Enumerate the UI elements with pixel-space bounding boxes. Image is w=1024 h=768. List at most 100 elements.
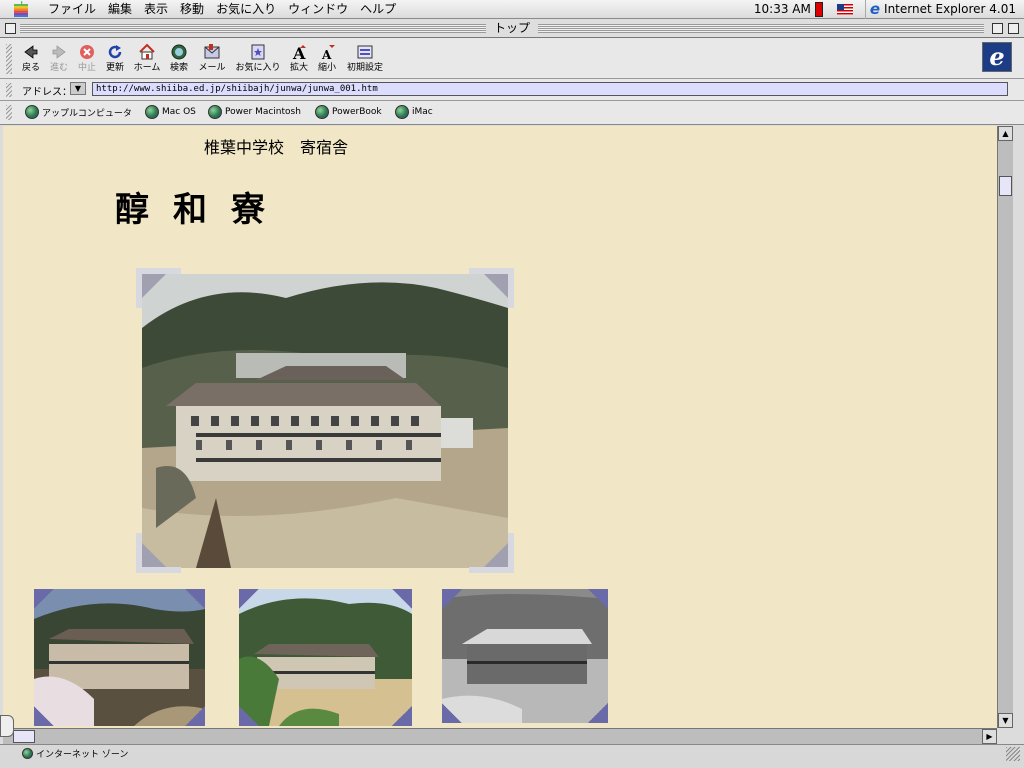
security-zone-label: インターネット ゾーン — [36, 750, 129, 760]
apple-menu-icon[interactable] — [10, 0, 32, 19]
globe-icon — [395, 105, 409, 119]
security-zone: インターネット ゾーン — [22, 747, 128, 760]
photo-corner-icon — [34, 589, 54, 609]
application-name: Internet Explorer 4.01 — [884, 2, 1016, 16]
photo-corner-icon — [185, 589, 205, 609]
photo-corner-icon — [469, 533, 514, 573]
ie-logo-icon: e — [989, 42, 1005, 71]
svg-text:A: A — [321, 48, 332, 61]
menu-file[interactable]: ファイル — [42, 0, 102, 19]
favorite-link-macos[interactable]: Mac OS — [145, 105, 196, 119]
menubar-clock[interactable]: 10:33 AM — [748, 2, 815, 16]
larger-text-icon: A — [292, 44, 306, 61]
address-bar: アドレス： ▼ http://www.shiiba.ed.jp/shiibajh… — [0, 79, 1024, 101]
photo-corner-icon — [185, 706, 205, 726]
photo-corner-icon — [588, 589, 608, 609]
photo-corner-icon — [469, 268, 514, 308]
globe-icon — [25, 105, 39, 119]
thumbnail-photo-spring[interactable] — [34, 589, 205, 726]
explorer-bar-tab[interactable] — [0, 715, 14, 737]
application-menu[interactable]: e Internet Explorer 4.01 — [864, 0, 1024, 19]
globe-icon — [22, 748, 33, 759]
stop-button[interactable]: 中止 — [75, 43, 99, 73]
favorites-bar: アップルコンピュータ Mac OS Power Macintosh PowerB… — [0, 101, 1024, 125]
forward-arrow-icon — [52, 45, 66, 59]
favorite-link-apple[interactable]: アップルコンピュータ — [25, 105, 132, 119]
smaller-text-button[interactable]: A 縮小 — [316, 43, 338, 73]
vertical-scroll-thumb[interactable] — [999, 176, 1012, 196]
keyboard-flag-icon[interactable] — [836, 3, 853, 15]
menu-help[interactable]: ヘルプ — [354, 0, 402, 19]
photo-corner-icon — [239, 706, 259, 726]
mail-button[interactable]: メール — [197, 43, 227, 73]
window-title: トップ — [485, 19, 539, 37]
horizontal-scrollbar[interactable]: ▶ — [3, 728, 997, 744]
favorites-bar-grip[interactable] — [6, 105, 12, 120]
refresh-button[interactable]: 更新 — [103, 43, 127, 73]
address-dropdown-button[interactable]: ▼ — [70, 82, 86, 95]
chevron-down-icon: ▼ — [74, 84, 82, 93]
refresh-icon — [108, 45, 122, 59]
photo-corner-icon — [442, 589, 462, 609]
home-icon — [139, 43, 155, 60]
resize-handle-icon[interactable] — [1006, 747, 1020, 761]
photo-corner-icon — [136, 268, 181, 308]
arrow-right-icon: ▶ — [986, 732, 993, 741]
photo-corner-icon — [588, 703, 608, 723]
photo-corner-icon — [392, 706, 412, 726]
address-bar-grip[interactable] — [6, 83, 12, 97]
window-title-bar[interactable]: トップ — [0, 19, 1024, 38]
vertical-scrollbar[interactable]: ▲ ▼ — [997, 126, 1013, 728]
favorite-link-power-macintosh[interactable]: Power Macintosh — [208, 105, 301, 119]
page-content[interactable]: 椎葉中学校 寄宿舎 醇和寮 — [3, 126, 997, 728]
arrow-up-icon: ▲ — [1002, 129, 1009, 138]
scroll-up-button[interactable]: ▲ — [998, 126, 1013, 141]
main-dormitory-photo[interactable] — [136, 268, 514, 573]
home-button[interactable]: ホーム — [132, 43, 162, 73]
stop-icon — [80, 45, 94, 59]
button-toolbar: 戻る 進む 中止 更新 ホーム 検索 メール お気に入り A 拡大 A 縮小 初… — [0, 38, 1024, 79]
favorite-link-powerbook[interactable]: PowerBook — [315, 105, 382, 119]
toolbar-grip[interactable] — [6, 44, 12, 74]
menu-window[interactable]: ウィンドウ — [282, 0, 354, 19]
back-button[interactable]: 戻る — [20, 43, 42, 73]
menu-view[interactable]: 表示 — [138, 0, 174, 19]
collapse-box-icon[interactable] — [1008, 23, 1019, 34]
larger-text-button[interactable]: A 拡大 — [288, 43, 310, 73]
zoom-box-icon[interactable] — [992, 23, 1003, 34]
smaller-text-icon: A — [321, 45, 335, 61]
menu-favorites[interactable]: お気に入り — [210, 0, 282, 19]
photo-corner-icon — [136, 533, 181, 573]
dormitory-title: 醇和寮 — [115, 190, 289, 230]
address-input[interactable]: http://www.shiiba.ed.jp/shiibajh/junwa/j… — [92, 82, 1008, 96]
forward-button[interactable]: 進む — [47, 43, 71, 73]
favorites-button[interactable]: お気に入り — [233, 43, 283, 73]
close-box-icon[interactable] — [5, 23, 16, 34]
globe-icon — [315, 105, 329, 119]
favorites-icon — [251, 44, 265, 60]
photo-corner-icon — [239, 589, 259, 609]
address-label: アドレス： — [22, 87, 72, 98]
internet-explorer-throbber[interactable]: e — [982, 42, 1012, 72]
battery-icon[interactable] — [814, 1, 823, 17]
preferences-icon — [357, 45, 373, 59]
photo-corner-icon — [392, 589, 412, 609]
preferences-button[interactable]: 初期設定 — [344, 43, 386, 73]
photo-corner-icon — [34, 706, 54, 726]
back-arrow-icon — [24, 45, 38, 59]
photo-corner-icon — [442, 703, 462, 723]
menu-go[interactable]: 移動 — [174, 0, 210, 19]
horizontal-scroll-thumb[interactable] — [13, 730, 35, 743]
mail-icon — [204, 44, 220, 59]
globe-icon — [145, 105, 159, 119]
menu-bar: ファイル 編集 表示 移動 お気に入り ウィンドウ ヘルプ 10:33 AM e… — [0, 0, 1024, 19]
internet-explorer-icon: e — [869, 0, 881, 18]
scroll-right-button[interactable]: ▶ — [982, 729, 997, 744]
scroll-down-button[interactable]: ▼ — [998, 713, 1013, 728]
thumbnail-photo-summer[interactable] — [239, 589, 412, 726]
status-bar: インターネット ゾーン — [0, 744, 1024, 768]
menu-edit[interactable]: 編集 — [102, 0, 138, 19]
thumbnail-photo-winter[interactable] — [442, 589, 608, 723]
favorite-link-imac[interactable]: iMac — [395, 105, 433, 119]
search-button[interactable]: 検索 — [167, 43, 191, 73]
